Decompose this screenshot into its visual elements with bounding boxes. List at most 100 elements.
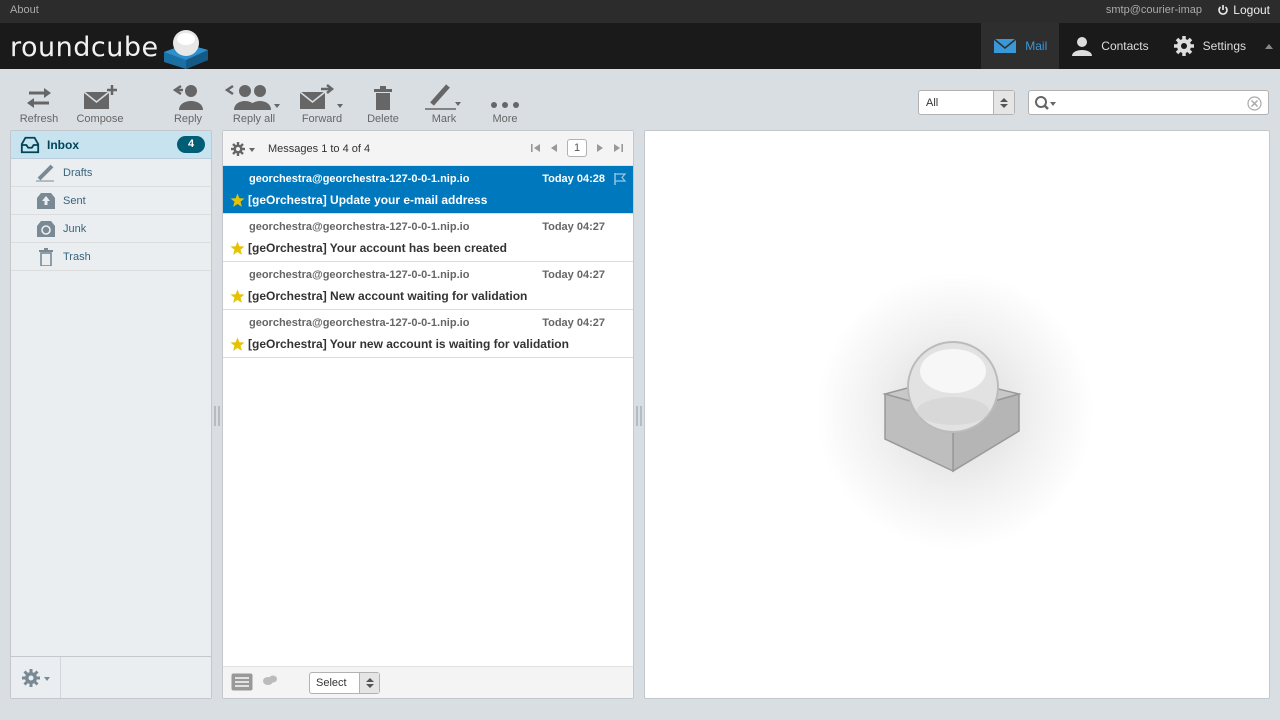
search-box (1028, 90, 1269, 115)
search-reset-icon[interactable] (1247, 96, 1262, 114)
flag-icon[interactable] (613, 172, 627, 189)
folder-sent[interactable]: Sent (11, 187, 211, 215)
reply-label: Reply (173, 113, 203, 125)
message-subject: [geOrchestra] Your new account is waitin… (248, 337, 569, 351)
previous-page-icon[interactable] (549, 143, 559, 153)
next-page-icon[interactable] (595, 143, 605, 153)
message-date: Today 04:28 (542, 173, 605, 185)
updown-arrows-icon (993, 91, 1014, 114)
more-label: More (492, 113, 518, 125)
reply-button[interactable]: Reply (170, 80, 206, 125)
task-settings-label: Settings (1202, 39, 1246, 53)
last-page-icon[interactable] (613, 143, 623, 153)
inbox-icon (20, 135, 40, 155)
username-label: smtp@courier-imap (1105, 4, 1202, 16)
message-row[interactable]: georchestra@georchestra-127-0-0-1.nip.io… (223, 166, 633, 214)
unread-count-badge: 4 (177, 136, 205, 153)
message-list-footer: Select (223, 666, 633, 698)
contacts-icon (1072, 37, 1093, 56)
search-options-icon[interactable] (1034, 95, 1058, 114)
trash-can-icon (374, 86, 392, 110)
refresh-button[interactable]: Refresh (20, 80, 58, 125)
mark-button[interactable]: Mark (424, 80, 464, 125)
compose-button[interactable]: Compose (76, 80, 124, 125)
task-mail-label: Mail (1025, 39, 1048, 53)
folder-inbox-label: Inbox (47, 137, 79, 152)
forward-button[interactable]: Forward (298, 80, 346, 125)
more-button[interactable]: More (488, 80, 522, 125)
reply-all-people-icon (225, 84, 280, 110)
folder-junk[interactable]: Junk (11, 215, 211, 243)
logo-box-icon (163, 30, 208, 69)
reply-person-icon (173, 84, 203, 110)
sent-icon (36, 191, 56, 211)
caret-up-icon (1265, 44, 1273, 49)
message-filter-select[interactable]: All (918, 90, 1015, 115)
refresh-label: Refresh (19, 113, 59, 125)
folder-sent-label: Sent (63, 194, 86, 207)
message-row[interactable]: georchestra@georchestra-127-0-0-1.nip.io… (223, 310, 633, 358)
compose-label: Compose (76, 113, 124, 125)
power-icon (1218, 5, 1229, 15)
folder-trash-label: Trash (63, 250, 91, 263)
search-input[interactable] (1061, 94, 1241, 111)
folder-splitter[interactable] (214, 406, 220, 426)
folder-actions-gear-icon[interactable] (11, 657, 61, 698)
message-sender: georchestra@georchestra-127-0-0-1.nip.io (249, 173, 470, 185)
task-mail[interactable]: Mail (981, 23, 1060, 69)
task-contacts[interactable]: Contacts (1059, 23, 1160, 69)
trash-icon (36, 247, 56, 267)
star-icon[interactable] (230, 241, 245, 259)
list-view-icon[interactable] (231, 673, 253, 694)
select-dropdown[interactable]: Select (309, 672, 380, 694)
minimize-toggle[interactable] (1258, 23, 1280, 69)
mark-label: Mark (431, 113, 457, 125)
forward-label: Forward (301, 113, 343, 125)
list-splitter[interactable] (636, 406, 642, 426)
folder-junk-label: Junk (63, 222, 87, 235)
logo-text: roundcube (10, 31, 159, 63)
folder-trash[interactable]: Trash (11, 243, 211, 271)
updown-arrows-icon (359, 673, 379, 693)
message-row[interactable]: georchestra@georchestra-127-0-0-1.nip.io… (223, 214, 633, 262)
message-count-text: Messages 1 to 4 of 4 (268, 143, 371, 155)
message-subject: [geOrchestra] Your account has been crea… (248, 241, 507, 255)
message-row[interactable]: georchestra@georchestra-127-0-0-1.nip.io… (223, 262, 633, 310)
list-options-gear-icon[interactable] (231, 141, 257, 157)
folder-drafts[interactable]: Drafts (11, 159, 211, 187)
task-settings[interactable]: Settings (1161, 23, 1258, 69)
reply-all-label: Reply all (232, 113, 276, 125)
select-label: Select (316, 677, 347, 689)
message-subject: [geOrchestra] Update your e-mail address (248, 193, 488, 207)
star-icon[interactable] (230, 337, 245, 355)
folder-list-footer (11, 656, 211, 698)
star-icon[interactable] (230, 193, 245, 211)
pagination: 1 (531, 139, 623, 157)
delete-button[interactable]: Delete (366, 80, 400, 125)
message-list-header: Messages 1 to 4 of 4 1 (223, 131, 633, 166)
filter-value: All (926, 96, 939, 109)
delete-label: Delete (367, 113, 399, 125)
folder-inbox[interactable]: Inbox 4 (11, 131, 211, 159)
current-page-number[interactable]: 1 (567, 139, 587, 157)
message-preview-pane (644, 130, 1270, 699)
first-page-icon[interactable] (531, 143, 541, 153)
forward-envelope-icon (299, 84, 343, 109)
reply-all-button[interactable]: Reply all (224, 80, 284, 125)
folder-drafts-label: Drafts (63, 166, 93, 179)
logout-label: Logout (1233, 3, 1270, 17)
mail-icon (993, 38, 1017, 53)
message-sender: georchestra@georchestra-127-0-0-1.nip.io (249, 317, 470, 329)
junk-icon (36, 219, 56, 239)
star-icon[interactable] (230, 289, 245, 307)
folder-list-pane: Inbox 4 Drafts Sent Junk Trash (10, 130, 212, 699)
roundcube-watermark-logo (882, 341, 1022, 473)
threads-view-icon[interactable] (261, 674, 279, 691)
about-link[interactable]: About (10, 4, 39, 16)
top-line-bar: About smtp@courier-imap Logout (0, 0, 1280, 23)
logout-button[interactable]: Logout (1217, 3, 1270, 17)
message-date: Today 04:27 (542, 317, 605, 329)
message-date: Today 04:27 (542, 221, 605, 233)
taskbar: Mail Contacts Settings (981, 23, 1280, 69)
roundcube-logo[interactable]: roundcube (10, 25, 211, 69)
